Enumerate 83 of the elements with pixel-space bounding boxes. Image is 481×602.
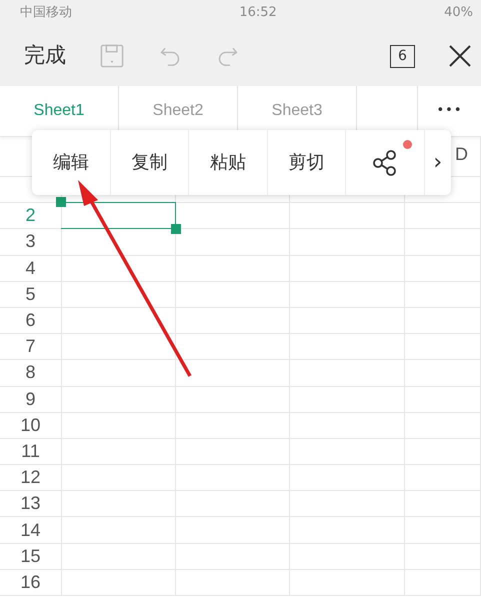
table-cell[interactable] bbox=[290, 517, 405, 544]
table-cell[interactable] bbox=[290, 203, 405, 230]
row-number: 3 bbox=[0, 229, 62, 256]
table-cell[interactable] bbox=[62, 256, 176, 282]
table-cell[interactable] bbox=[405, 308, 481, 334]
battery-level: 40% bbox=[444, 4, 473, 22]
table-cell[interactable] bbox=[62, 360, 176, 386]
table-cell[interactable] bbox=[405, 465, 481, 492]
table-cell[interactable] bbox=[290, 412, 405, 439]
table-cell[interactable] bbox=[290, 256, 405, 282]
row-number: 5 bbox=[0, 282, 62, 308]
done-button[interactable]: 完成 bbox=[24, 40, 66, 72]
row-number: 14 bbox=[0, 517, 62, 544]
table-cell[interactable] bbox=[290, 570, 405, 596]
page-count-button[interactable]: 6 bbox=[390, 44, 415, 68]
table-cell[interactable] bbox=[62, 334, 176, 360]
row-number: 9 bbox=[0, 386, 62, 413]
row-number: 7 bbox=[0, 334, 62, 360]
row-number: 12 bbox=[0, 465, 62, 492]
table-cell[interactable] bbox=[290, 544, 405, 570]
table-cell[interactable] bbox=[176, 386, 290, 413]
table-cell[interactable] bbox=[176, 412, 290, 439]
table-cell[interactable] bbox=[290, 229, 405, 256]
menu-item[interactable]: 粘贴 bbox=[189, 130, 268, 195]
table-cell[interactable] bbox=[176, 360, 290, 386]
table-cell[interactable] bbox=[290, 282, 405, 308]
table-cell[interactable] bbox=[176, 282, 290, 308]
table-cell[interactable] bbox=[176, 544, 290, 570]
table-cell[interactable] bbox=[62, 308, 176, 334]
table-cell[interactable] bbox=[290, 308, 405, 334]
table-cell[interactable] bbox=[290, 386, 405, 413]
table-cell[interactable] bbox=[176, 308, 290, 334]
share-icon bbox=[372, 150, 398, 176]
table-cell[interactable] bbox=[290, 360, 405, 386]
clock: 16:52 bbox=[239, 4, 277, 22]
more-button[interactable]: ••• bbox=[418, 86, 481, 136]
row-number: 16 bbox=[0, 570, 62, 596]
table-cell[interactable] bbox=[176, 517, 290, 544]
table-cell[interactable] bbox=[290, 491, 405, 518]
table-cell[interactable] bbox=[405, 570, 481, 596]
table-cell[interactable] bbox=[62, 517, 176, 544]
table-cell[interactable] bbox=[62, 544, 176, 570]
table-cell[interactable] bbox=[176, 570, 290, 596]
table-cell[interactable] bbox=[290, 334, 405, 360]
table-cell[interactable] bbox=[176, 465, 290, 492]
menu-item[interactable]: 剪切 bbox=[268, 130, 346, 195]
table-cell[interactable] bbox=[405, 412, 481, 439]
table-cell[interactable] bbox=[176, 256, 290, 282]
table-cell[interactable] bbox=[405, 229, 481, 256]
row-number: 11 bbox=[0, 438, 62, 466]
table-cell[interactable] bbox=[405, 544, 481, 570]
table-cell[interactable] bbox=[405, 491, 481, 518]
table-cell[interactable] bbox=[405, 517, 481, 544]
table-cell[interactable] bbox=[62, 491, 176, 518]
table-cell[interactable] bbox=[62, 282, 176, 308]
close-icon[interactable] bbox=[449, 45, 471, 67]
table-cell[interactable] bbox=[405, 334, 481, 360]
table-cell[interactable] bbox=[405, 203, 481, 230]
row-number: 15 bbox=[0, 544, 62, 570]
table-cell[interactable] bbox=[176, 438, 290, 466]
row-number: 8 bbox=[0, 360, 62, 386]
table-cell[interactable] bbox=[405, 386, 481, 413]
table-cell[interactable] bbox=[405, 438, 481, 466]
carrier-name: 中国移动 bbox=[20, 4, 72, 22]
table-cell[interactable] bbox=[405, 282, 481, 308]
table-cell[interactable] bbox=[62, 438, 176, 466]
table-cell[interactable] bbox=[62, 386, 176, 413]
table-cell[interactable] bbox=[62, 570, 176, 596]
table-cell[interactable] bbox=[62, 412, 176, 439]
row-number: 4 bbox=[0, 256, 62, 282]
table-cell[interactable] bbox=[405, 256, 481, 282]
menu-item[interactable]: 复制 bbox=[110, 130, 189, 195]
table-cell[interactable] bbox=[176, 491, 290, 518]
row-number: 13 bbox=[0, 491, 62, 518]
table-cell[interactable] bbox=[290, 465, 405, 492]
table-cell[interactable] bbox=[405, 360, 481, 386]
selection-handle[interactable] bbox=[171, 224, 181, 234]
table-cell[interactable] bbox=[62, 465, 176, 492]
selection-handle[interactable] bbox=[56, 197, 66, 207]
row-number: 6 bbox=[0, 308, 62, 334]
row-number: 10 bbox=[0, 412, 62, 439]
table-cell[interactable] bbox=[176, 334, 290, 360]
table-cell[interactable] bbox=[290, 438, 405, 466]
